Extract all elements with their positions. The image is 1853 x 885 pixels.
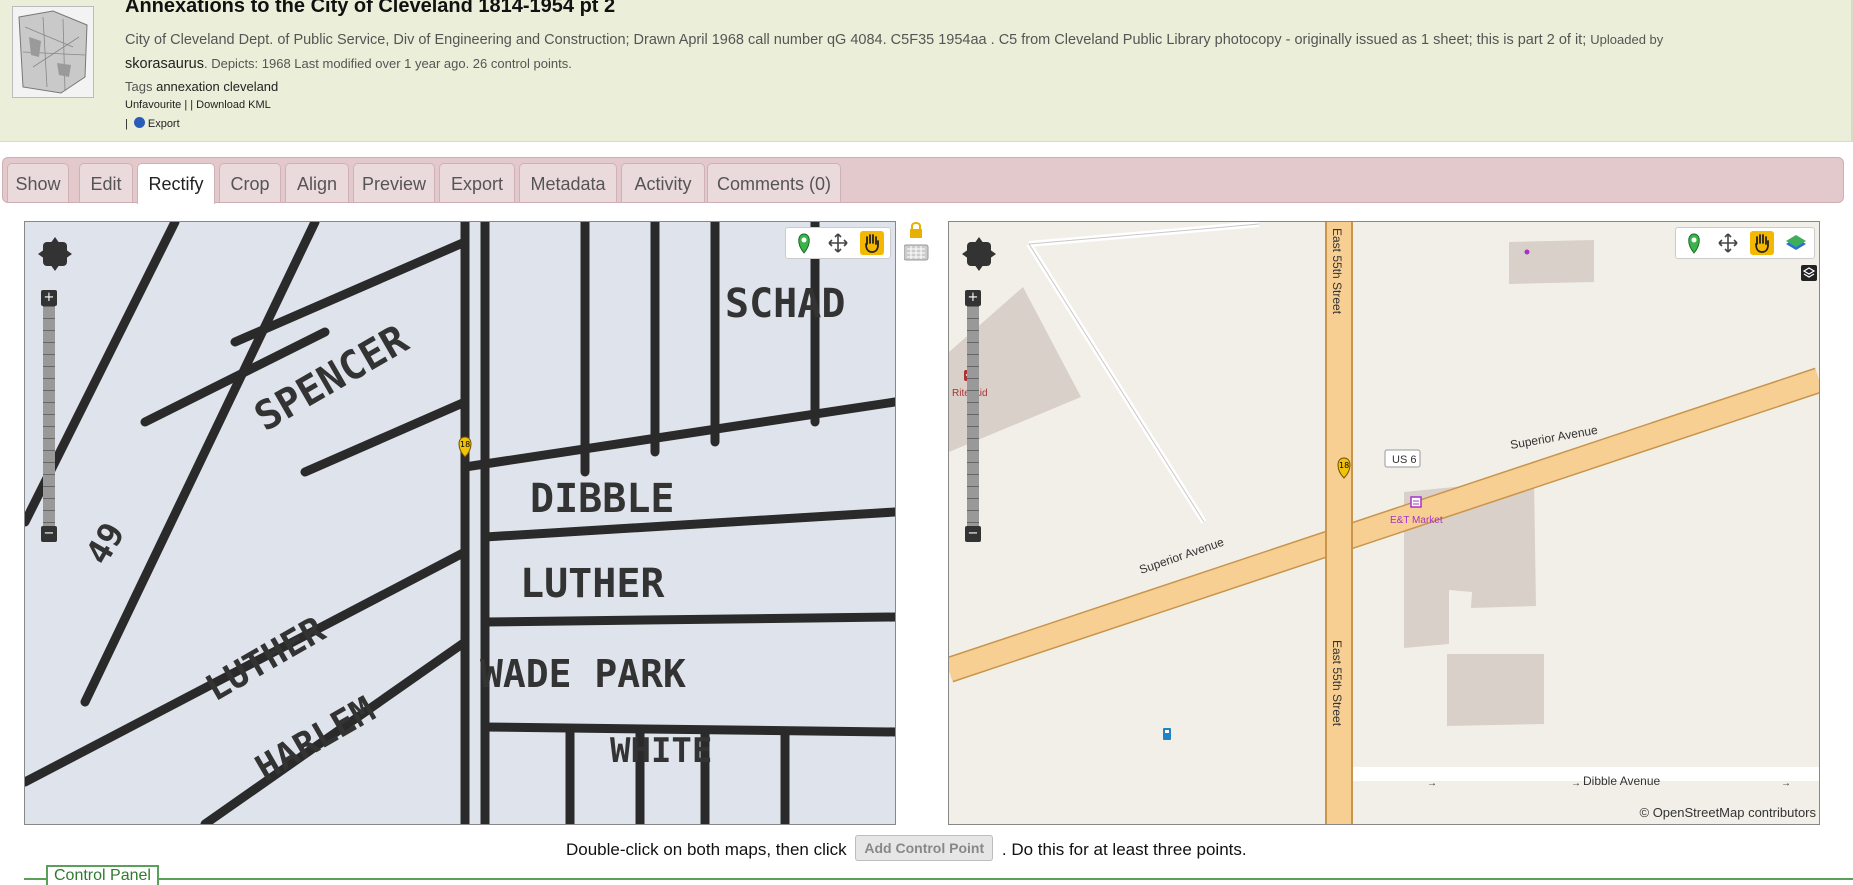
tab-bar: Show Edit Rectify Crop Align Preview Exp… — [2, 157, 1844, 204]
zoom-slider[interactable]: + − — [965, 290, 983, 542]
tab-export[interactable]: Export — [439, 163, 515, 202]
layer-switcher-icon[interactable] — [1801, 265, 1817, 281]
svg-text:18: 18 — [460, 440, 470, 449]
tab-edit[interactable]: Edit — [79, 163, 133, 202]
street-label: East 55th Street — [1330, 640, 1344, 727]
map-toolbox — [1675, 227, 1815, 259]
fuel-icon — [1163, 728, 1171, 740]
scan-label: WADE PARK — [480, 652, 686, 696]
reference-map[interactable]: Rite-Aid E&T Market East 55th Street Eas… — [948, 221, 1820, 825]
unfavourite-link[interactable]: Unfavourite — [125, 99, 181, 111]
control-panel: Control Panel — [24, 865, 1853, 885]
building — [1447, 654, 1544, 726]
lock-icon — [910, 222, 922, 238]
osm-map: Rite-Aid E&T Market East 55th Street Eas… — [949, 222, 1819, 824]
tab-metadata[interactable]: Metadata — [519, 163, 617, 202]
instruction-after: . Do this for at least three points. — [1001, 840, 1247, 859]
scan-label: SCHAD — [725, 281, 845, 327]
map-title: Annexations to the City of Cleveland 181… — [125, 0, 616, 17]
keyboard-icon — [903, 244, 929, 261]
tab-comments[interactable]: Comments (0) — [707, 163, 841, 202]
map-toolbox — [785, 227, 891, 259]
zoom-out-button[interactable]: − — [965, 526, 981, 542]
zoom-in-button[interactable]: + — [41, 290, 57, 306]
separator: | — [125, 118, 128, 130]
zoom-out-button[interactable]: − — [41, 526, 57, 542]
tag-annexation[interactable]: annexation — [156, 79, 220, 94]
zoom-slider[interactable]: + − — [41, 290, 59, 542]
scan-label: WHITE — [610, 731, 712, 771]
street-label: Dibble Avenue — [1583, 774, 1661, 788]
scan-label: DIBBLE — [530, 476, 675, 522]
instruction-text: Double-click on both maps, then click Ad… — [566, 835, 1247, 861]
download-kml-link[interactable]: Download KML — [196, 99, 271, 111]
svg-text:→: → — [1427, 778, 1437, 789]
building — [1509, 240, 1594, 284]
poi-label: E&T Market — [1390, 515, 1443, 526]
map-actions: Unfavourite | | Download KML — [125, 99, 271, 111]
tag-cleveland[interactable]: cleveland — [223, 79, 278, 94]
description-text: City of Cleveland Dept. of Public Servic… — [125, 32, 1587, 48]
export-row: | Export — [125, 117, 180, 130]
tab-align[interactable]: Align — [285, 163, 349, 202]
scan-image: SPENCER DIBBLE LUTHER WADE PARK HARLEM L… — [25, 222, 895, 824]
svg-text:→: → — [1571, 778, 1581, 789]
move-point-tool-icon[interactable] — [826, 231, 850, 255]
tab-preview[interactable]: Preview — [353, 163, 435, 202]
street-label: East 55th Street — [1330, 228, 1344, 315]
tab-crop[interactable]: Crop — [219, 163, 281, 202]
scan-label: LUTHER — [520, 561, 665, 607]
source-map[interactable]: SPENCER DIBBLE LUTHER WADE PARK HARLEM L… — [24, 221, 896, 825]
export-link[interactable]: Export — [148, 118, 180, 130]
tags-label: Tags — [125, 79, 153, 94]
route-shield: US 6 — [1384, 449, 1421, 468]
marketplace-icon — [1410, 496, 1422, 508]
instruction-before: Double-click on both maps, then click — [566, 840, 847, 859]
map-meta: . Depicts: 1968 Last modified over 1 yea… — [203, 56, 572, 71]
pan-control[interactable] — [961, 236, 997, 272]
map-description: City of Cleveland Dept. of Public Servic… — [125, 28, 1825, 76]
zoom-track[interactable] — [43, 306, 55, 526]
pan-control[interactable] — [37, 236, 73, 272]
pan-hand-tool-icon[interactable] — [1750, 231, 1774, 255]
zoom-track[interactable] — [967, 306, 979, 526]
layer-tool-icon[interactable] — [1784, 231, 1808, 255]
uploader-link[interactable]: skorasaurus — [125, 56, 204, 72]
sync-controls — [903, 221, 930, 267]
tab-show[interactable]: Show — [7, 163, 69, 202]
add-point-tool-icon[interactable] — [1682, 231, 1706, 255]
svg-text:→: → — [1781, 778, 1791, 789]
zoom-in-button[interactable]: + — [965, 290, 981, 306]
svg-text:18: 18 — [1339, 461, 1349, 470]
tab-activity[interactable]: Activity — [621, 163, 705, 202]
pan-hand-tool-icon[interactable] — [860, 231, 884, 255]
separator: | | — [184, 99, 194, 111]
control-panel-label[interactable]: Control Panel — [46, 865, 159, 885]
tab-rectify[interactable]: Rectify — [137, 163, 215, 204]
uploaded-by-label: Uploaded by — [1590, 32, 1664, 47]
add-point-tool-icon[interactable] — [792, 231, 816, 255]
map-header: Annexations to the City of Cleveland 181… — [0, 0, 1853, 142]
map-thumbnail[interactable] — [12, 6, 94, 98]
globe-icon — [133, 117, 145, 128]
map-attribution: © OpenStreetMap contributors — [1639, 805, 1817, 820]
svg-text:US 6: US 6 — [1392, 454, 1416, 466]
move-point-tool-icon[interactable] — [1716, 231, 1740, 255]
add-control-point-button[interactable]: Add Control Point — [855, 835, 994, 861]
tags-row: Tags annexation cleveland — [125, 79, 278, 94]
